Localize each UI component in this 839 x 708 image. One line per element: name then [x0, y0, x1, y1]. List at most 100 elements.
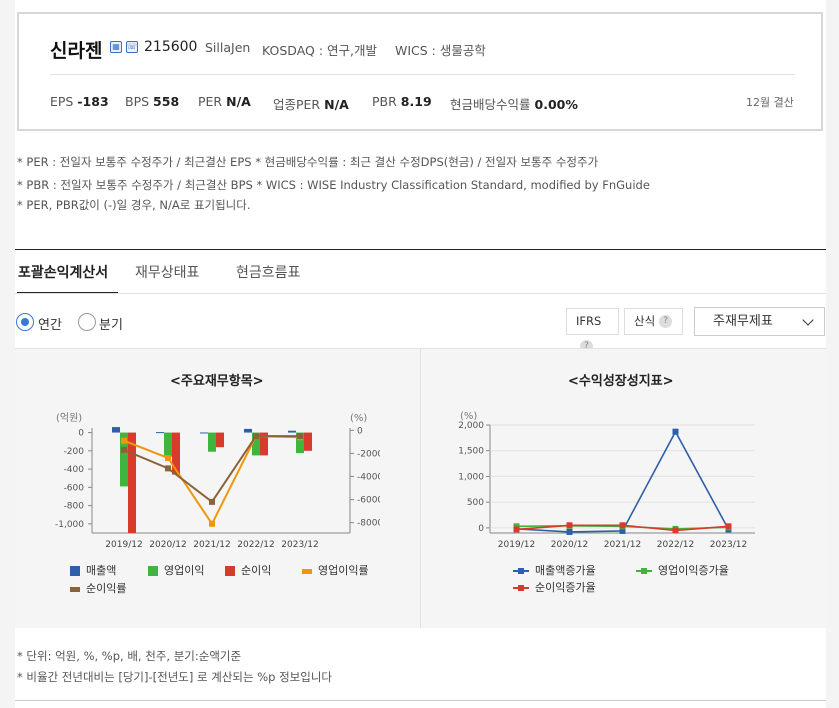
x-tick-label: 2023/12 — [281, 540, 318, 550]
y-tick-label: 1,000 — [458, 472, 484, 482]
y-axis-label-left: (억원) — [56, 412, 82, 424]
legend-swatch — [70, 586, 80, 592]
y-tick-label-right: 0 — [357, 426, 363, 436]
x-tick-label: 2021/12 — [193, 540, 230, 550]
pbr-value: 8.19 — [400, 94, 432, 109]
x-tick-label: 2023/12 — [710, 540, 747, 550]
phone-icon[interactable]: ☏ — [126, 41, 138, 53]
legend-net-income[interactable]: 순이익 — [225, 562, 271, 578]
tabs-bottom-border — [15, 293, 826, 294]
key-financials-chart: (억원) (%) 0 -200 -400 -600 -800 -1,000 0 -2000 -400… — [55, 412, 380, 550]
company-summary: 신라젠 ▦ ☏ 215600 SillaJen KOSDAQ : 연구,개발 W… — [17, 12, 823, 131]
y-tick-label: -200 — [64, 447, 85, 457]
tab-income-statement[interactable]: 포괄손익계산서 — [18, 262, 108, 282]
english-name: SillaJen — [205, 40, 251, 55]
point-영업이익률 — [209, 520, 215, 527]
ifrs-label: IFRS — [576, 314, 602, 328]
y-tick-label: 0 — [78, 429, 84, 439]
note-line: * PBR : 전일자 보통주 수정주가 / 최근결산 BPS * WICS :… — [17, 178, 650, 192]
line-매출액증가율 — [516, 429, 730, 533]
point-매출액증가율 — [672, 428, 679, 435]
point-영업이익률 — [121, 437, 127, 444]
statement-select-value: 주재무제표 — [713, 314, 773, 329]
y-tick-label-right: -2000 — [357, 449, 380, 459]
bar-매출액 — [112, 427, 120, 433]
legend-label: 영업이익 — [164, 564, 205, 577]
dividend-metric: 현금배당수익률 0.00% — [450, 94, 578, 113]
legend-label: 매출액증가율 — [535, 564, 596, 577]
legend-label: 영업이익률 — [318, 564, 369, 577]
legend-net-margin[interactable]: 순이익률 — [70, 580, 126, 596]
point-순이익증가율 — [672, 527, 679, 534]
statement-select[interactable]: 주재무제표 — [694, 307, 825, 336]
formula-label: 산식 — [634, 314, 656, 328]
bps-metric: BPS 558 — [125, 94, 179, 109]
legend-swatch — [636, 568, 652, 574]
point-순이익률 — [121, 446, 127, 453]
x-tick-label: 2019/12 — [498, 540, 535, 550]
formula-button[interactable]: 산식? — [624, 308, 683, 335]
footnote-units: * 단위: 억원, %, %p, 배, 천주, 분기:순액기준 — [17, 649, 242, 663]
eps-metric: EPS -183 — [50, 94, 109, 109]
chart2-title: <수익성장성지표> — [568, 374, 674, 389]
annual-radio[interactable] — [16, 313, 34, 331]
y-tick-label-right: -4000 — [357, 472, 380, 482]
ifrs-button[interactable]: IFRS? — [566, 308, 619, 353]
quarter-label: 분기 — [99, 318, 123, 333]
pbr-label: PBR — [372, 94, 397, 109]
point-영업이익률 — [165, 455, 171, 461]
tabs-top-border — [15, 249, 826, 250]
tab-balance-sheet[interactable]: 재무상태표 — [135, 262, 199, 282]
legend-swatch — [302, 568, 312, 574]
dividend-value: 0.00% — [534, 97, 578, 112]
point-매출액증가율 — [566, 528, 573, 535]
legend-net-growth[interactable]: 순이익증가율 — [513, 579, 596, 595]
note-line: * PER : 전일자 보통주 수정주가 / 최근결산 EPS * 현금배당수익… — [17, 155, 599, 169]
y-axis-label-right: (%) — [350, 413, 367, 424]
y-tick-label: -800 — [64, 502, 85, 512]
wics-sector: WICS : 생물공학 — [395, 43, 486, 58]
chart1-title: <주요재무항목> — [170, 374, 264, 389]
point-순이익증가율 — [619, 522, 626, 529]
help-icon[interactable]: ? — [659, 315, 673, 328]
bps-value: 558 — [153, 94, 180, 109]
legend-operating-profit[interactable]: 영업이익 — [148, 562, 204, 578]
bar-순이익 — [216, 432, 224, 448]
per-value: N/A — [226, 94, 251, 109]
bar-매출액 — [200, 432, 208, 434]
industry-per-metric: 업종PER N/A — [273, 94, 349, 113]
legend-revenue[interactable]: 매출액 — [70, 562, 116, 578]
building-icon[interactable]: ▦ — [110, 41, 122, 53]
eps-label: EPS — [50, 94, 74, 109]
eps-value: -183 — [77, 94, 109, 109]
point-순이익률 — [253, 433, 259, 440]
legend-swatch — [513, 585, 529, 591]
footnote-ratio: * 비율간 전년대비는 [당기]-[전년도] 로 계산되는 %p 정보입니다 — [17, 670, 332, 684]
point-순이익증가율 — [513, 526, 520, 533]
legend-operating-growth[interactable]: 영업이익증가율 — [636, 562, 729, 578]
bps-label: BPS — [125, 94, 150, 109]
bar-매출액 — [156, 432, 164, 434]
tab-cash-flow[interactable]: 현금흐름표 — [236, 262, 300, 282]
legend-operating-margin[interactable]: 영업이익률 — [302, 562, 369, 578]
divider — [50, 74, 795, 75]
x-tick-label: 2022/12 — [657, 540, 694, 550]
bar-순이익 — [304, 432, 312, 451]
chevron-down-icon — [802, 314, 814, 326]
per-metric: PER N/A — [198, 94, 251, 109]
legend-label: 순이익률 — [86, 582, 127, 595]
y-tick-label: 2,000 — [458, 421, 484, 431]
fiscal-month: 12월 결산 — [746, 96, 794, 109]
legend-revenue-growth[interactable]: 매출액증가율 — [513, 562, 596, 578]
note-line: * PER, PBR값이 (-)일 경우, N/A로 표기됩니다. — [17, 198, 251, 212]
industry-per-value: N/A — [324, 97, 349, 112]
pbr-metric: PBR 8.19 — [372, 94, 432, 109]
y-tick-label: -600 — [64, 483, 85, 493]
x-tick-label: 2021/12 — [604, 540, 641, 550]
point-순이익증가율 — [566, 522, 573, 529]
quarter-radio[interactable] — [78, 313, 96, 331]
point-순이익률 — [297, 433, 303, 440]
charts-divider — [420, 349, 421, 628]
per-label: PER — [198, 94, 223, 109]
legend-swatch — [70, 566, 80, 576]
